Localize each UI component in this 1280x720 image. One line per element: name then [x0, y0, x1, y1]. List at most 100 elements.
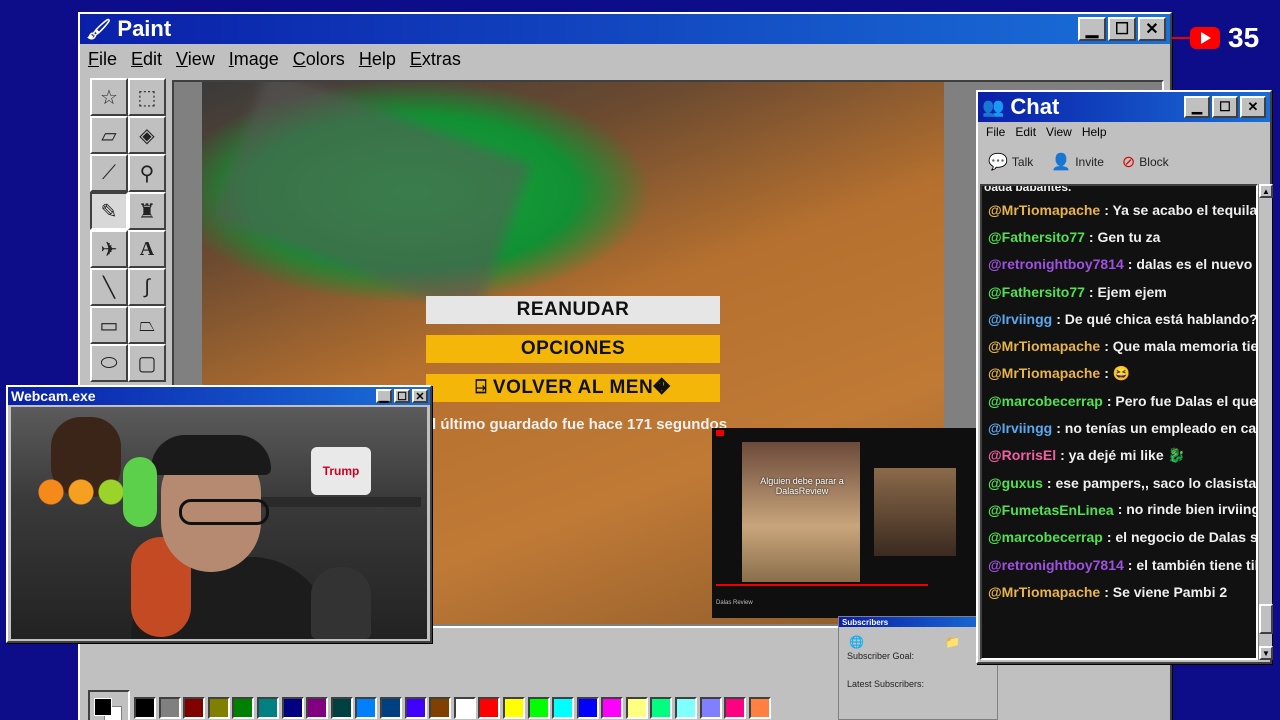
chat-username[interactable]: @Irviingg — [988, 311, 1052, 327]
magnifier-icon[interactable]: ⚲ — [128, 154, 166, 192]
current-colors[interactable] — [88, 690, 130, 720]
chat-username[interactable]: @Irviingg — [988, 420, 1052, 436]
close-button[interactable]: ✕ — [1240, 96, 1266, 118]
menu-extras[interactable]: Extras — [410, 49, 461, 70]
chat-text: : no rinde bien irviing 😆 — [1117, 501, 1258, 518]
chat-menu-help[interactable]: Help — [1082, 125, 1107, 139]
scroll-down-icon[interactable]: ▼ — [1259, 646, 1273, 660]
color-swatch[interactable] — [699, 697, 722, 719]
free-select-icon[interactable]: ☆ — [90, 78, 128, 116]
color-swatch[interactable] — [601, 697, 624, 719]
curve-icon[interactable]: ∫ — [128, 268, 166, 306]
color-swatch[interactable] — [134, 697, 156, 719]
rect-select-icon[interactable]: ⬚ — [128, 78, 166, 116]
color-swatch[interactable] — [527, 697, 550, 719]
color-swatch[interactable] — [232, 697, 255, 719]
color-swatch[interactable] — [625, 697, 648, 719]
chat-toolbar: 💬 Talk 👤 Invite ⊘ Block — [978, 142, 1270, 182]
color-swatch[interactable] — [256, 697, 279, 719]
color-swatch[interactable] — [183, 697, 206, 719]
block-button[interactable]: ⊘ Block — [1122, 152, 1169, 172]
chat-username[interactable]: @MrTiomapache — [988, 365, 1100, 381]
options-button[interactable]: OPCIONES — [426, 335, 720, 363]
headset-icon — [123, 457, 157, 527]
scroll-up-icon[interactable]: ▲ — [1259, 184, 1273, 198]
color-swatch[interactable] — [306, 697, 329, 719]
chat-username[interactable]: @RorrisEl — [988, 447, 1056, 463]
menu-colors[interactable]: Colors — [293, 49, 345, 70]
chat-menu-edit[interactable]: Edit — [1015, 125, 1036, 139]
color-swatch[interactable] — [207, 697, 230, 719]
chat-username[interactable]: @marcobecerrap — [988, 529, 1103, 545]
subscriber-count: 35 — [1228, 22, 1260, 53]
color-swatch[interactable] — [748, 697, 771, 719]
video-frame[interactable] — [742, 442, 860, 582]
color-swatch[interactable] — [478, 697, 501, 719]
chat-scrollbar[interactable]: ▲ ▼ — [1258, 184, 1273, 660]
color-swatch[interactable] — [650, 697, 673, 719]
webcam-titlebar[interactable]: Webcam.exe ▁ ☐ ✕ — [8, 387, 430, 405]
resume-button[interactable]: REANUDAR — [426, 296, 720, 324]
paint-titlebar[interactable]: 🖌 Paint ▁ ☐ ✕ — [80, 14, 1170, 44]
eraser-icon[interactable]: ▱ — [90, 116, 128, 154]
chat-titlebar[interactable]: 👥 Chat ▁ ☐ ✕ — [978, 92, 1270, 122]
text-icon[interactable]: A — [128, 230, 166, 268]
menu-file[interactable]: File — [88, 49, 117, 70]
line-icon[interactable]: ╲ — [90, 268, 128, 306]
chat-username[interactable]: @MrTiomapache — [988, 338, 1100, 354]
chat-username[interactable]: @MrTiomapache — [988, 202, 1100, 218]
color-swatch[interactable] — [355, 697, 378, 719]
color-swatch[interactable] — [502, 697, 525, 719]
close-button[interactable]: ✕ — [412, 389, 428, 403]
main-menu-button[interactable]: ⍈ VOLVER AL MEN� — [426, 374, 720, 402]
chat-message-list[interactable]: oada babantes. @MrTiomapache: Ya se acab… — [980, 184, 1258, 660]
menu-image[interactable]: Image — [229, 49, 279, 70]
rectangle-icon[interactable]: ▭ — [90, 306, 128, 344]
chat-username[interactable]: @MrTiomapache — [988, 584, 1100, 600]
chat-username[interactable]: @guxus — [988, 475, 1043, 491]
color-swatch[interactable] — [552, 697, 575, 719]
color-swatch[interactable] — [453, 697, 476, 719]
close-button[interactable]: ✕ — [1138, 17, 1166, 41]
color-swatch[interactable] — [404, 697, 427, 719]
maximize-button[interactable]: ☐ — [1108, 17, 1136, 41]
chat-username[interactable]: @retronightboy7814 — [988, 557, 1124, 573]
color-swatch[interactable] — [158, 697, 181, 719]
airbrush-icon[interactable]: ✈ — [90, 230, 128, 268]
pencil-icon[interactable]: ✎ — [90, 192, 128, 230]
menu-edit[interactable]: Edit — [131, 49, 162, 70]
video-progress-bar[interactable] — [716, 584, 928, 586]
color-swatch[interactable] — [281, 697, 304, 719]
talk-button[interactable]: 💬 Talk — [988, 152, 1033, 172]
brush-icon[interactable]: ♜ — [128, 192, 166, 230]
scroll-thumb[interactable] — [1259, 604, 1273, 634]
menu-help[interactable]: Help — [359, 49, 396, 70]
chat-username[interactable]: @retronightboy7814 — [988, 256, 1124, 272]
fill-bucket-icon[interactable]: ◈ — [128, 116, 166, 154]
maximize-button[interactable]: ☐ — [394, 389, 410, 403]
minimize-button[interactable]: ▁ — [376, 389, 392, 403]
polygon-icon[interactable]: ⏢ — [128, 306, 166, 344]
paint-title: Paint — [117, 16, 172, 41]
menu-view[interactable]: View — [176, 49, 215, 70]
color-swatch[interactable] — [724, 697, 747, 719]
chat-username[interactable]: @FumetasEnLinea — [988, 502, 1114, 518]
chat-username[interactable]: @Fathersito77 — [988, 229, 1085, 245]
color-picker-icon[interactable]: ⟋ — [90, 154, 128, 192]
minimize-button[interactable]: ▁ — [1078, 17, 1106, 41]
chat-username[interactable]: @Fathersito77 — [988, 284, 1085, 300]
color-swatch[interactable] — [576, 697, 599, 719]
color-swatch[interactable] — [330, 697, 353, 719]
ellipse-icon[interactable]: ⬭ — [90, 344, 128, 382]
chat-menu-view[interactable]: View — [1046, 125, 1072, 139]
chat-username[interactable]: @marcobecerrap — [988, 393, 1103, 409]
maximize-button[interactable]: ☐ — [1212, 96, 1238, 118]
color-swatch[interactable] — [675, 697, 698, 719]
rounded-rect-icon[interactable]: ▢ — [128, 344, 166, 382]
color-swatch[interactable] — [429, 697, 452, 719]
invite-button[interactable]: 👤 Invite — [1051, 152, 1104, 172]
chat-menu-file[interactable]: File — [986, 125, 1005, 139]
color-swatch[interactable] — [379, 697, 402, 719]
youtube-video-window[interactable]: Alguien debe parar a DalasReview Dalas R… — [712, 428, 976, 618]
minimize-button[interactable]: ▁ — [1184, 96, 1210, 118]
